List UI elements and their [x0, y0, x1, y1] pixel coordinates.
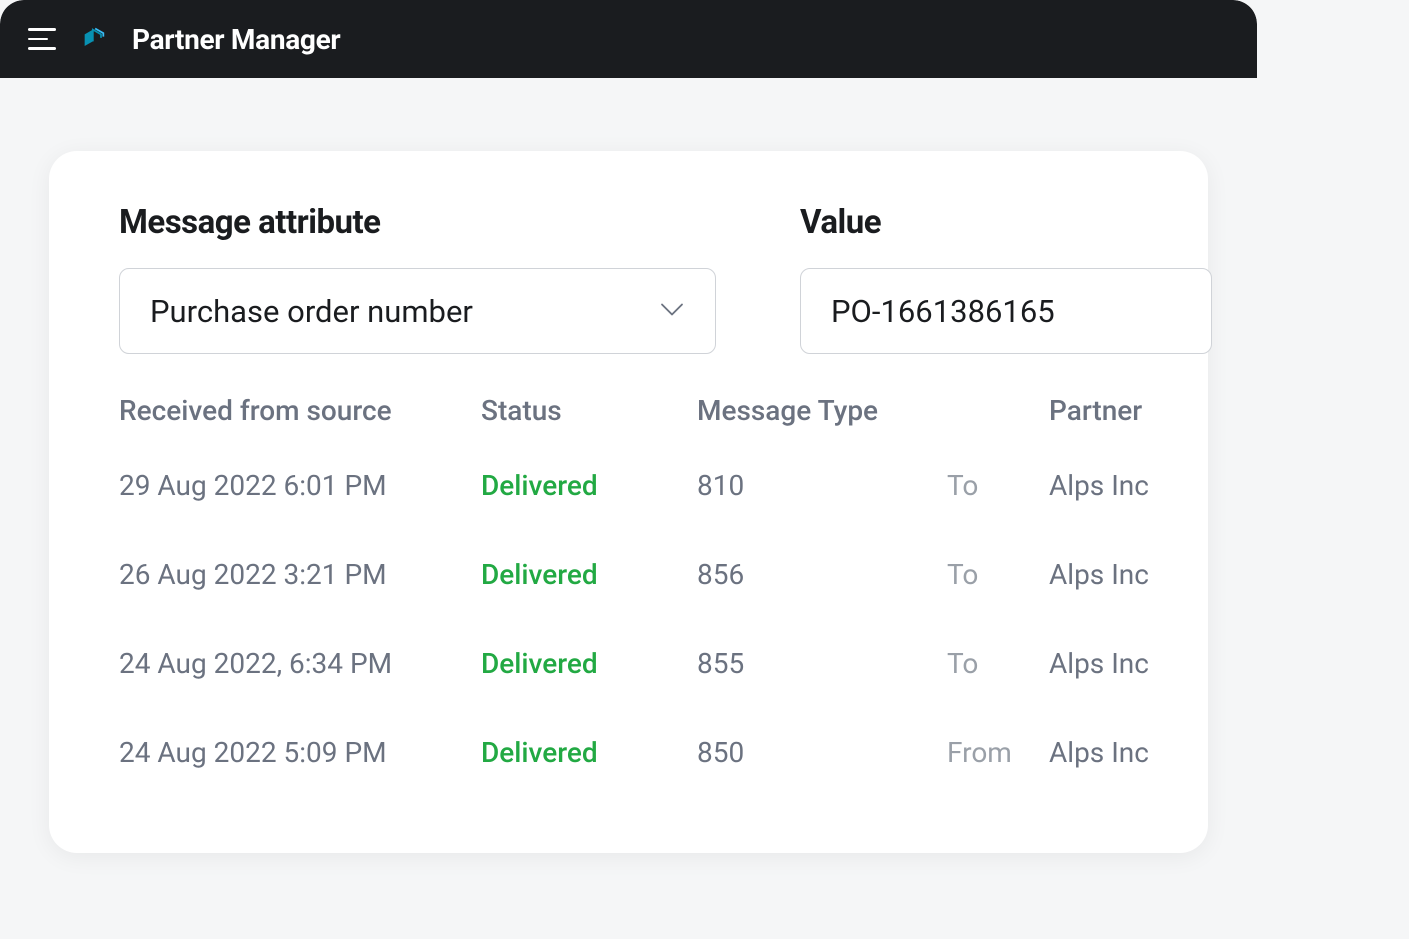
table-row[interactable]: 26 Aug 2022 3:21 PM Delivered 856 To Alp…	[119, 530, 1138, 619]
app-title: Partner Manager	[132, 23, 340, 56]
column-header-received: Received from source	[119, 394, 481, 427]
cell-direction: To	[947, 469, 1049, 502]
cell-status: Delivered	[481, 736, 697, 769]
cell-status: Delivered	[481, 558, 697, 591]
cell-direction: From	[947, 736, 1049, 769]
select-wrapper	[119, 268, 716, 354]
results-table: Received from source Status Message Type…	[119, 394, 1138, 797]
cell-message-type: 856	[697, 558, 947, 591]
cell-received: 24 Aug 2022, 6:34 PM	[119, 647, 481, 680]
value-label: Value	[800, 203, 1212, 242]
column-header-partner: Partner	[1049, 394, 1209, 427]
cell-status: Delivered	[481, 647, 697, 680]
value-input[interactable]	[800, 268, 1212, 354]
filter-row: Message attribute Value	[119, 203, 1138, 354]
message-attribute-label: Message attribute	[119, 203, 716, 242]
column-header-message-type: Message Type	[697, 394, 947, 427]
app-window: Partner Manager Message attribute Value	[0, 0, 1257, 893]
logo-icon	[80, 25, 108, 53]
message-attribute-select[interactable]	[119, 268, 716, 354]
cell-received: 26 Aug 2022 3:21 PM	[119, 558, 481, 591]
cell-message-type: 850	[697, 736, 947, 769]
cell-direction: To	[947, 558, 1049, 591]
content-card: Message attribute Value Received from so…	[49, 151, 1208, 853]
column-header-status: Status	[481, 394, 697, 427]
cell-status: Delivered	[481, 469, 697, 502]
cell-message-type: 855	[697, 647, 947, 680]
table-row[interactable]: 24 Aug 2022 5:09 PM Delivered 850 From A…	[119, 708, 1138, 797]
cell-partner: Alps Inc	[1049, 647, 1209, 680]
table-row[interactable]: 29 Aug 2022 6:01 PM Delivered 810 To Alp…	[119, 441, 1138, 530]
menu-icon[interactable]	[28, 25, 56, 53]
column-header-direction	[947, 394, 1049, 427]
cell-partner: Alps Inc	[1049, 736, 1209, 769]
cell-partner: Alps Inc	[1049, 469, 1209, 502]
filter-group-attribute: Message attribute	[119, 203, 716, 354]
cell-message-type: 810	[697, 469, 947, 502]
header-bar: Partner Manager	[0, 0, 1257, 78]
cell-received: 29 Aug 2022 6:01 PM	[119, 469, 481, 502]
cell-received: 24 Aug 2022 5:09 PM	[119, 736, 481, 769]
cell-direction: To	[947, 647, 1049, 680]
filter-group-value: Value	[800, 203, 1212, 354]
table-header: Received from source Status Message Type…	[119, 394, 1138, 441]
cell-partner: Alps Inc	[1049, 558, 1209, 591]
table-row[interactable]: 24 Aug 2022, 6:34 PM Delivered 855 To Al…	[119, 619, 1138, 708]
